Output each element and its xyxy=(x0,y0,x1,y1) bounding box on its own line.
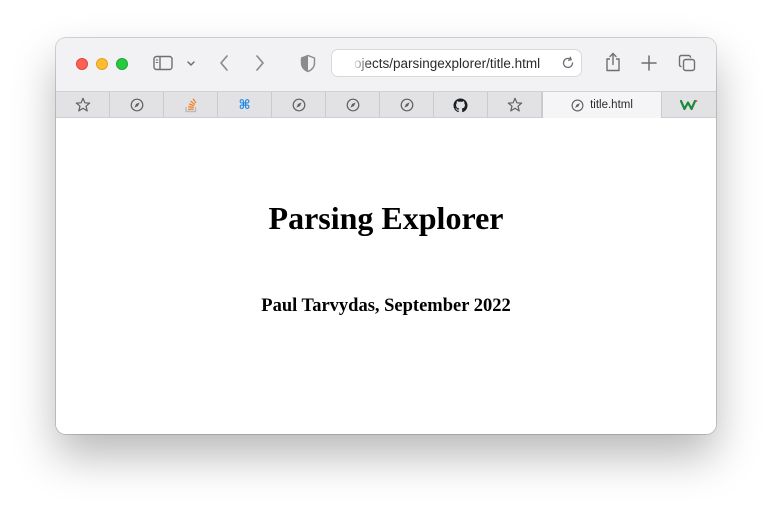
star-icon xyxy=(507,97,522,112)
reload-icon[interactable] xyxy=(561,56,575,70)
tab-pinned-compass-3[interactable] xyxy=(326,92,380,118)
chevron-down-icon[interactable] xyxy=(185,58,197,68)
page-author-line: Paul Tarvydas, September 2022 xyxy=(261,296,511,316)
tab-pinned-stackoverflow[interactable] xyxy=(164,92,218,118)
browser-toolbar: ojects/parsingexplorer/title.html xyxy=(56,38,716,91)
privacy-shield-icon[interactable] xyxy=(298,53,318,73)
tab-pinned-favorites[interactable] xyxy=(56,92,110,118)
tab-bar: ⌘ title.html xyxy=(56,91,716,118)
tab-pinned-compass-2[interactable] xyxy=(272,92,326,118)
address-fade xyxy=(352,54,370,72)
tab-pinned-star[interactable] xyxy=(488,92,542,118)
tab-overview-icon[interactable] xyxy=(677,53,697,73)
compass-icon xyxy=(292,98,305,112)
compass-icon xyxy=(346,98,359,112)
page-title: Parsing Explorer xyxy=(268,200,504,236)
address-url-text: ojects/parsingexplorer/title.html xyxy=(354,56,541,71)
tab-label: title.html xyxy=(590,99,633,111)
address-bar[interactable]: ojects/parsingexplorer/title.html xyxy=(331,49,582,77)
page-content: Parsing Explorer Paul Tarvydas, Septembe… xyxy=(56,118,716,434)
compass-icon xyxy=(571,99,584,111)
tab-pinned-compass-1[interactable] xyxy=(110,92,164,118)
tab-pinned-github[interactable] xyxy=(434,92,488,118)
star-icon xyxy=(75,97,90,112)
sidebar-toggle-icon[interactable] xyxy=(152,54,174,72)
minimize-window-button[interactable] xyxy=(96,58,108,70)
close-window-button[interactable] xyxy=(76,58,88,70)
compass-icon xyxy=(130,98,143,112)
command-icon: ⌘ xyxy=(238,97,251,113)
browser-window: ojects/parsingexplorer/title.html ⌘ titl… xyxy=(56,38,716,434)
tab-title-html[interactable]: title.html xyxy=(542,92,662,118)
new-tab-icon[interactable] xyxy=(640,54,658,72)
tab-pinned-compass-4[interactable] xyxy=(380,92,434,118)
tab-pinned-webflow[interactable] xyxy=(662,92,716,118)
compass-icon xyxy=(400,98,413,112)
back-icon[interactable] xyxy=(216,53,232,73)
stackoverflow-icon xyxy=(184,97,196,112)
tab-pinned-command[interactable]: ⌘ xyxy=(218,92,272,118)
zoom-window-button[interactable] xyxy=(116,58,128,70)
share-icon[interactable] xyxy=(603,51,623,73)
webflow-icon xyxy=(680,99,698,111)
github-icon xyxy=(453,97,468,112)
forward-icon[interactable] xyxy=(252,53,268,73)
